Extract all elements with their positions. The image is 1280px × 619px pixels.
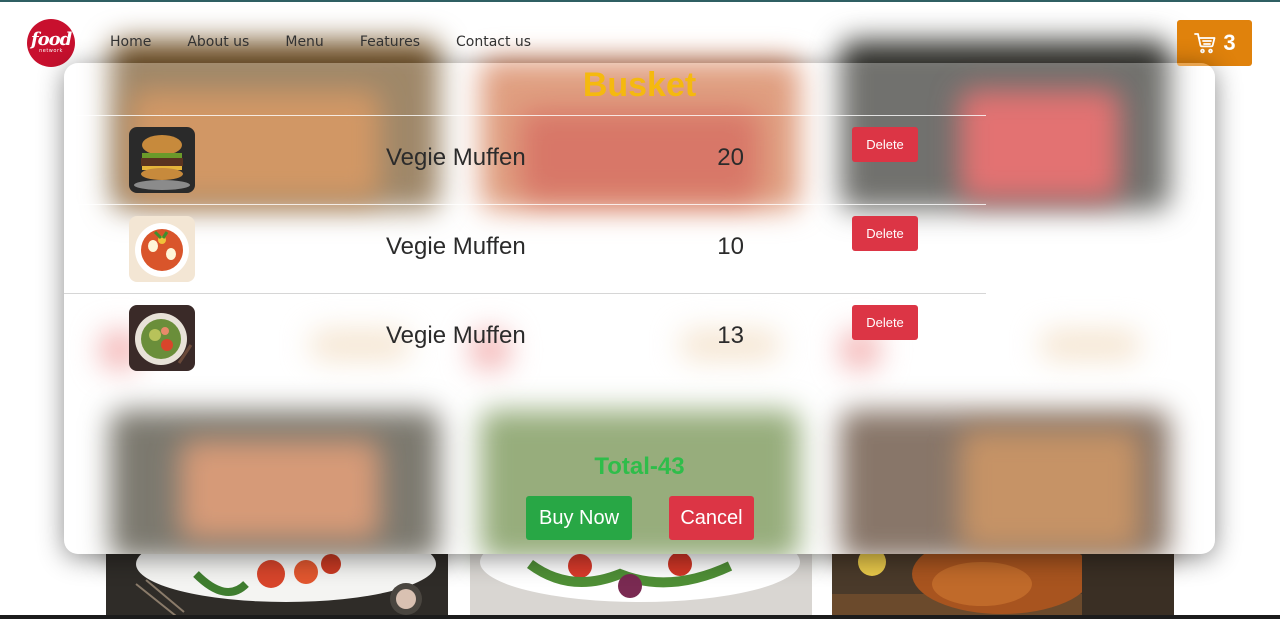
logo-subtext: network — [39, 48, 63, 54]
delete-item-button[interactable]: Delete — [852, 127, 918, 162]
basket-modal: Busket Vegie Muffen 20 Delete Vegie Muff… — [64, 63, 1215, 554]
logo-wordmark: food — [30, 29, 72, 50]
item-name: Vegie Muffen — [386, 233, 526, 260]
cart-icon — [1194, 33, 1216, 54]
food-photo-salad — [470, 554, 812, 616]
item-name: Vegie Muffen — [386, 322, 526, 349]
buy-now-button[interactable]: Buy Now — [526, 496, 632, 540]
nav-features[interactable]: Features — [360, 34, 420, 50]
basket-item: Vegie Muffen 10 Delete — [64, 205, 986, 294]
cancel-button[interactable]: Cancel — [669, 496, 754, 540]
basket-item: Vegie Muffen 13 Delete — [64, 294, 986, 383]
delete-item-button[interactable]: Delete — [852, 305, 918, 340]
nav-menu[interactable]: Menu — [285, 34, 323, 50]
basket-total: Total-43 — [594, 453, 685, 480]
nav-about-us[interactable]: About us — [187, 34, 249, 50]
item-thumbnail-rice-plate — [129, 216, 195, 282]
item-quantity: 13 — [717, 322, 744, 349]
top-border — [0, 0, 1280, 2]
cart-button[interactable]: 3 — [1177, 20, 1252, 66]
basket-title: Busket — [582, 66, 697, 104]
brand-logo[interactable]: food network — [27, 19, 75, 67]
nav-home[interactable]: Home — [110, 34, 151, 50]
item-name: Vegie Muffen — [386, 144, 526, 171]
basket-item: Vegie Muffen 20 Delete — [64, 116, 986, 205]
item-quantity: 10 — [717, 233, 744, 260]
food-photo-roast — [832, 554, 1174, 616]
nav-contact-us[interactable]: Contact us — [456, 34, 531, 50]
food-photo-plate — [106, 554, 448, 616]
item-thumbnail-salad-bowl — [129, 305, 195, 371]
bottom-border — [0, 615, 1280, 619]
delete-item-button[interactable]: Delete — [852, 216, 918, 251]
main-nav: Home About us Menu Features Contact us — [110, 34, 567, 50]
item-thumbnail-burger — [129, 127, 195, 193]
cart-count-badge: 3 — [1223, 30, 1236, 55]
item-quantity: 20 — [717, 144, 744, 171]
